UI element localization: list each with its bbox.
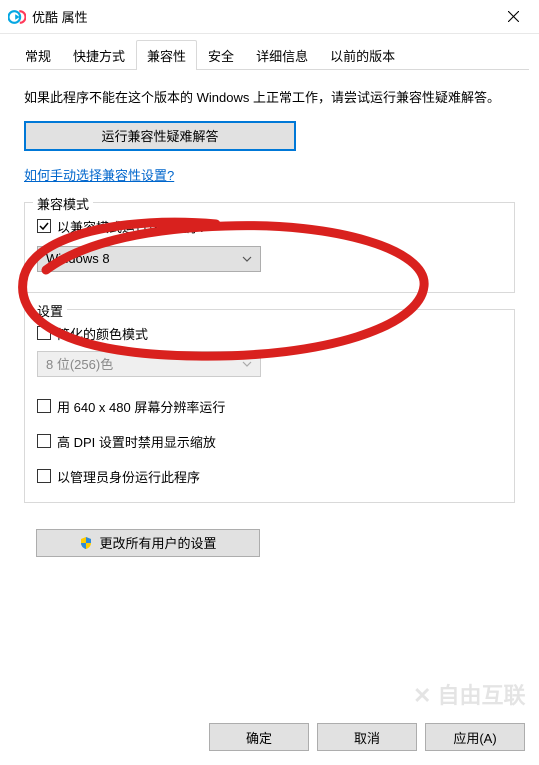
reduced-color-row[interactable]: 简化的颜色模式 — [37, 324, 502, 343]
tab-strip: 常规 快捷方式 兼容性 安全 详细信息 以前的版本 — [0, 34, 539, 70]
tab-general[interactable]: 常规 — [14, 40, 62, 70]
compat-mode-title: 兼容模式 — [33, 194, 93, 213]
youku-icon — [8, 8, 26, 26]
resolution-row[interactable]: 用 640 x 480 屏幕分辨率运行 — [37, 397, 502, 416]
titlebar: 优酷 属性 — [0, 0, 539, 34]
admin-row[interactable]: 以管理员身份运行此程序 — [37, 467, 502, 486]
compat-os-value: Windows 8 — [46, 251, 110, 266]
dialog-footer: 确定 取消 应用(A) — [0, 711, 539, 765]
close-icon — [508, 11, 519, 22]
color-mode-value: 8 位(256)色 — [46, 354, 113, 373]
shield-icon — [79, 536, 93, 550]
ok-button[interactable]: 确定 — [209, 723, 309, 751]
admin-label: 以管理员身份运行此程序 — [57, 467, 200, 486]
cancel-button[interactable]: 取消 — [317, 723, 417, 751]
chevron-down-icon — [242, 256, 252, 262]
dpi-row[interactable]: 高 DPI 设置时禁用显示缩放 — [37, 432, 502, 451]
compat-mode-checkbox[interactable] — [37, 219, 51, 233]
troubleshoot-button[interactable]: 运行兼容性疑难解答 — [24, 121, 296, 151]
manual-settings-link[interactable]: 如何手动选择兼容性设置? — [24, 165, 174, 184]
dpi-checkbox[interactable] — [37, 434, 51, 448]
window-title: 优酷 属性 — [32, 7, 491, 26]
compat-mode-group: 兼容模式 以兼容模式运行这个程序: Windows 8 — [24, 202, 515, 293]
tab-content: 如果此程序不能在这个版本的 Windows 上正常工作，请尝试运行兼容性疑难解答… — [0, 70, 539, 567]
svg-text:✕ 自由互联: ✕ 自由互联 — [413, 683, 526, 708]
resolution-label: 用 640 x 480 屏幕分辨率运行 — [57, 397, 225, 416]
checkmark-icon — [39, 221, 49, 231]
settings-title: 设置 — [33, 301, 67, 320]
all-users-label: 更改所有用户的设置 — [99, 533, 216, 552]
apply-button[interactable]: 应用(A) — [425, 723, 525, 751]
admin-checkbox[interactable] — [37, 469, 51, 483]
reduced-color-checkbox[interactable] — [37, 326, 51, 340]
troubleshoot-button-label: 运行兼容性疑难解答 — [101, 126, 218, 145]
tab-details[interactable]: 详细信息 — [245, 40, 319, 70]
compat-os-select[interactable]: Windows 8 — [37, 246, 261, 272]
dpi-label: 高 DPI 设置时禁用显示缩放 — [57, 432, 216, 451]
chevron-down-icon — [242, 361, 252, 367]
all-users-button[interactable]: 更改所有用户的设置 — [36, 529, 260, 557]
tab-security[interactable]: 安全 — [197, 40, 245, 70]
reduced-color-label: 简化的颜色模式 — [57, 324, 148, 343]
color-mode-select: 8 位(256)色 — [37, 351, 261, 377]
resolution-checkbox[interactable] — [37, 399, 51, 413]
tab-previous-versions[interactable]: 以前的版本 — [319, 40, 406, 70]
tab-shortcut[interactable]: 快捷方式 — [62, 40, 136, 70]
settings-group: 设置 简化的颜色模式 8 位(256)色 用 640 x 480 屏幕分辨率运行… — [24, 309, 515, 503]
watermark: ✕ 自由互联 — [413, 675, 533, 715]
intro-text: 如果此程序不能在这个版本的 Windows 上正常工作，请尝试运行兼容性疑难解答… — [24, 88, 515, 109]
compat-mode-label: 以兼容模式运行这个程序: — [57, 217, 204, 236]
tab-compatibility[interactable]: 兼容性 — [136, 40, 197, 70]
compat-mode-checkbox-row[interactable]: 以兼容模式运行这个程序: — [37, 217, 502, 236]
close-button[interactable] — [491, 2, 535, 32]
